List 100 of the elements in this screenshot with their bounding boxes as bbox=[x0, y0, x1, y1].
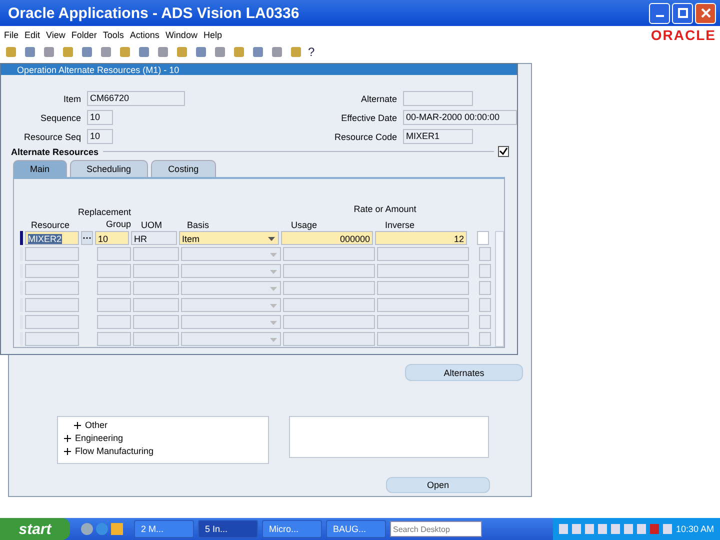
dropdown-field[interactable] bbox=[181, 332, 281, 346]
menu-item[interactable]: File bbox=[4, 30, 19, 40]
toolbar-icon[interactable] bbox=[99, 44, 113, 58]
toolbar-icon[interactable] bbox=[213, 44, 227, 58]
close-button[interactable] bbox=[695, 2, 716, 24]
menu-item[interactable]: Tools bbox=[102, 30, 124, 40]
table-cell[interactable] bbox=[479, 298, 491, 312]
toolbar-icon[interactable] bbox=[61, 44, 75, 58]
open-button[interactable]: Open bbox=[386, 477, 490, 493]
tree-item[interactable]: Other bbox=[85, 419, 108, 432]
dropdown-field[interactable] bbox=[181, 247, 281, 261]
table-cell[interactable] bbox=[97, 247, 131, 261]
table-cell[interactable] bbox=[377, 298, 469, 312]
toolbar-icon[interactable] bbox=[270, 44, 284, 58]
table-cell[interactable] bbox=[25, 281, 79, 295]
menu-item[interactable]: View bbox=[46, 30, 66, 40]
table-cell[interactable] bbox=[25, 298, 79, 312]
table-cell[interactable]: 12 bbox=[375, 231, 467, 245]
dropdown-field[interactable] bbox=[181, 315, 281, 329]
toolbar-icon[interactable] bbox=[4, 44, 18, 58]
table-cell[interactable] bbox=[377, 332, 469, 346]
text-field[interactable]: 10 bbox=[87, 129, 113, 144]
text-field[interactable]: MIXER1 bbox=[403, 129, 473, 144]
toolbar-icon[interactable] bbox=[289, 44, 303, 58]
tab[interactable]: Costing bbox=[151, 160, 216, 177]
toolbar-icon[interactable] bbox=[137, 44, 151, 58]
table-cell[interactable]: 10 bbox=[95, 231, 129, 245]
table-cell[interactable]: HR bbox=[131, 231, 177, 245]
dropdown-field[interactable] bbox=[181, 264, 281, 278]
table-cell[interactable] bbox=[479, 315, 491, 329]
checkbox[interactable] bbox=[498, 146, 509, 157]
table-cell[interactable] bbox=[133, 332, 179, 346]
toolbar-icon[interactable] bbox=[156, 44, 170, 58]
text-field[interactable]: 10 bbox=[87, 110, 113, 125]
table-cell[interactable] bbox=[97, 281, 131, 295]
dropdown-field[interactable]: Item bbox=[179, 231, 279, 245]
lov-button[interactable] bbox=[81, 231, 93, 245]
taskbar-button[interactable]: Micro... bbox=[262, 520, 322, 538]
table-cell[interactable] bbox=[377, 247, 469, 261]
alternates-button[interactable]: Alternates bbox=[405, 364, 523, 381]
table-cell[interactable] bbox=[283, 281, 375, 295]
taskbar-button[interactable]: 5 In... bbox=[198, 520, 258, 538]
dropdown-field[interactable] bbox=[181, 298, 281, 312]
table-cell[interactable] bbox=[283, 315, 375, 329]
table-cell[interactable]: 000000 bbox=[281, 231, 373, 245]
table-cell[interactable] bbox=[377, 315, 469, 329]
toolbar-icon[interactable] bbox=[232, 44, 246, 58]
table-cell[interactable] bbox=[133, 281, 179, 295]
start-button[interactable]: start bbox=[0, 518, 70, 540]
taskbar-button[interactable]: 2 M... bbox=[134, 520, 194, 538]
table-cell[interactable] bbox=[377, 281, 469, 295]
table-cell[interactable] bbox=[479, 264, 491, 278]
table-cell[interactable] bbox=[133, 298, 179, 312]
text-field[interactable]: 00-MAR-2000 00:00:00 bbox=[403, 110, 517, 125]
table-cell[interactable] bbox=[97, 298, 131, 312]
toolbar-icon[interactable] bbox=[42, 44, 56, 58]
tab[interactable]: Main bbox=[13, 160, 67, 177]
table-cell[interactable] bbox=[97, 315, 131, 329]
quick-launch-icons[interactable] bbox=[80, 521, 124, 537]
text-field[interactable]: CM66720 bbox=[87, 91, 185, 106]
plus-icon[interactable] bbox=[74, 422, 81, 429]
table-cell[interactable] bbox=[25, 247, 79, 261]
search-field[interactable]: Search Desktop bbox=[390, 521, 482, 537]
table-cell[interactable]: MIXER2 bbox=[25, 231, 79, 245]
table-cell[interactable] bbox=[97, 332, 131, 346]
table-cell[interactable] bbox=[25, 315, 79, 329]
menu-item[interactable]: Actions bbox=[130, 30, 160, 40]
text-field[interactable] bbox=[403, 91, 473, 106]
table-cell[interactable] bbox=[133, 247, 179, 261]
table-cell[interactable] bbox=[283, 298, 375, 312]
table-cell[interactable] bbox=[479, 247, 491, 261]
plus-icon[interactable] bbox=[64, 435, 71, 442]
menu-item[interactable]: Folder bbox=[71, 30, 97, 40]
table-cell[interactable] bbox=[97, 264, 131, 278]
toolbar-icon[interactable] bbox=[175, 44, 189, 58]
table-cell[interactable] bbox=[133, 264, 179, 278]
tab[interactable]: Scheduling bbox=[70, 160, 148, 177]
toolbar-icon[interactable] bbox=[23, 44, 37, 58]
toolbar-icon[interactable] bbox=[251, 44, 265, 58]
table-cell[interactable] bbox=[25, 264, 79, 278]
row-indicator[interactable] bbox=[20, 231, 23, 245]
table-cell[interactable] bbox=[283, 264, 375, 278]
maximize-button[interactable] bbox=[672, 2, 693, 24]
table-cell[interactable] bbox=[377, 264, 469, 278]
menu-item[interactable]: Window bbox=[165, 30, 198, 40]
table-cell[interactable] bbox=[25, 332, 79, 346]
table-cell[interactable] bbox=[479, 281, 491, 295]
help-button[interactable]: ? bbox=[308, 44, 315, 58]
tree-item[interactable]: Flow Manufacturing bbox=[75, 445, 154, 458]
taskbar-button[interactable]: BAUG... bbox=[326, 520, 386, 538]
plus-icon[interactable] bbox=[64, 448, 71, 455]
table-cell[interactable] bbox=[283, 332, 375, 346]
table-cell[interactable] bbox=[133, 315, 179, 329]
table-cell[interactable] bbox=[479, 332, 491, 346]
scrollbar[interactable] bbox=[495, 231, 504, 347]
minimize-button[interactable] bbox=[649, 2, 670, 24]
toolbar-icon[interactable] bbox=[118, 44, 132, 58]
table-cell[interactable] bbox=[283, 247, 375, 261]
toolbar-icon[interactable] bbox=[194, 44, 208, 58]
tree-item[interactable]: Engineering bbox=[75, 432, 124, 445]
